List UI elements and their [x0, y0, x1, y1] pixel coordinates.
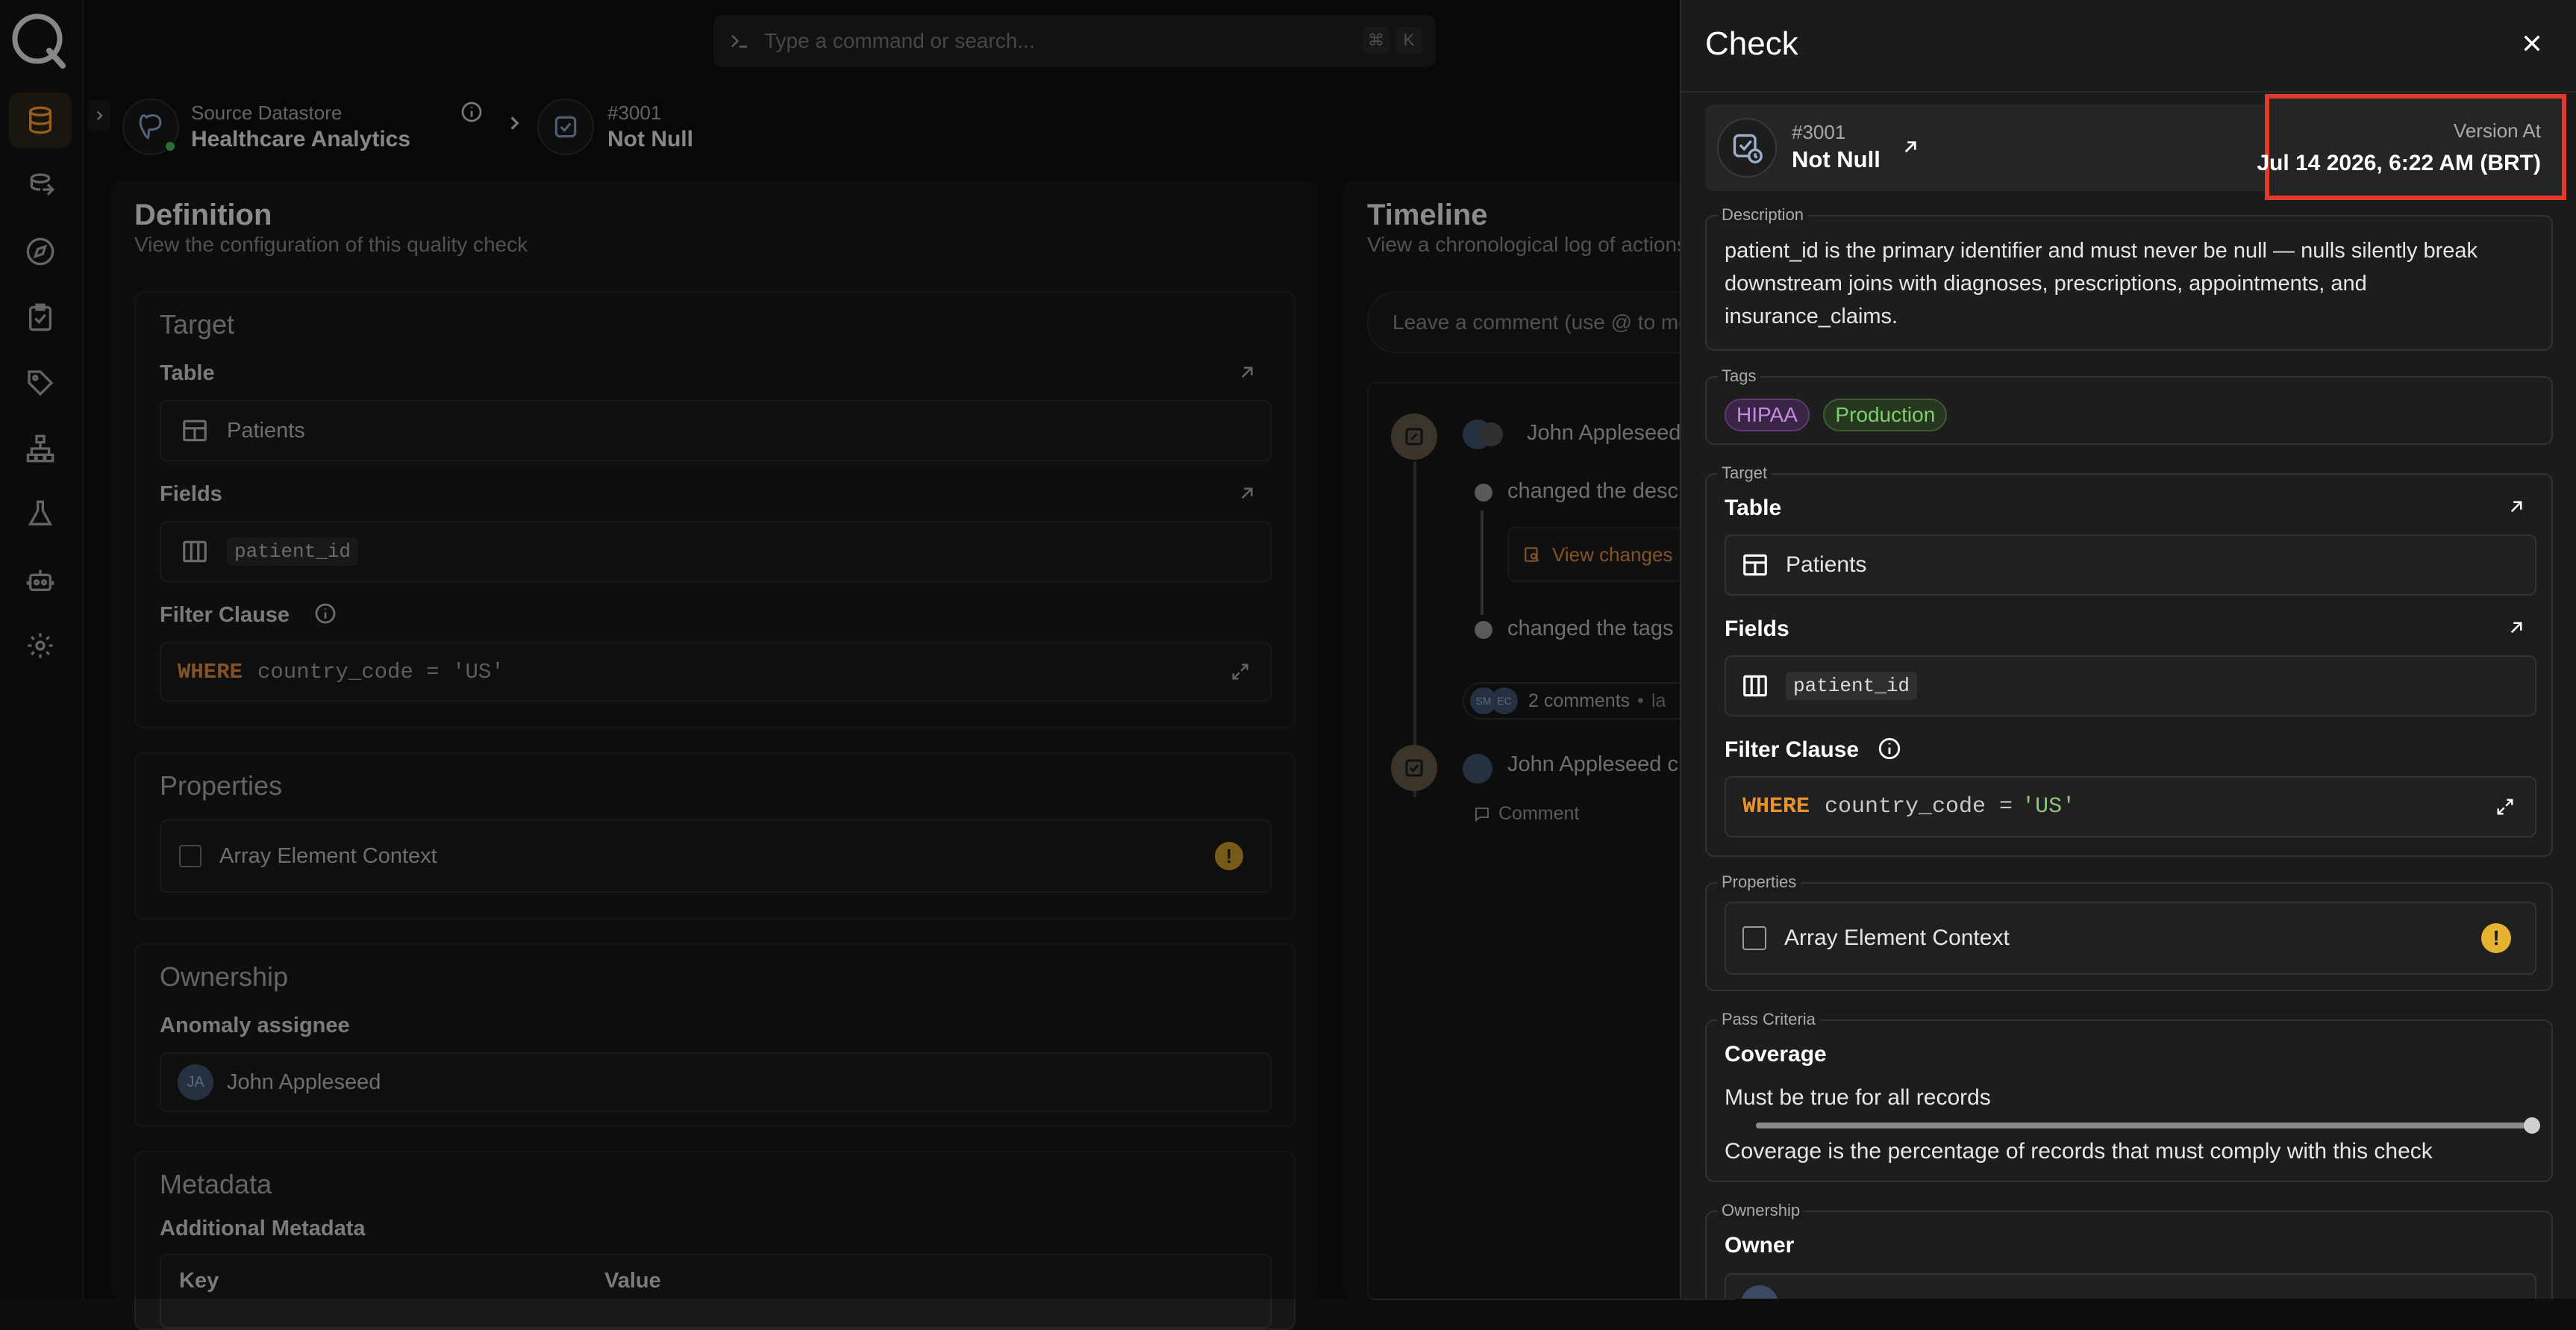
expand-icon[interactable]: [2495, 796, 2516, 817]
table-label: Table: [1725, 496, 1782, 520]
description-legend: Description: [1717, 205, 1809, 225]
check-clipboard-icon: [1733, 134, 1763, 163]
filter-clause-field: WHERE country_code = 'US': [1725, 776, 2536, 837]
filter-clause-label: Filter Clause: [1725, 737, 1860, 762]
drawer-divider: [1681, 91, 2576, 93]
owner-label: Owner: [1725, 1233, 1795, 1258]
coverage-help: Coverage is the percentage of records th…: [1725, 1139, 2433, 1164]
ownership-legend: Ownership: [1717, 1201, 1805, 1220]
coverage-rule: Must be true for all records: [1725, 1085, 1991, 1110]
tag-production[interactable]: Production: [1823, 399, 1948, 431]
coverage-slider-thumb[interactable]: [2524, 1117, 2540, 1134]
open-fields-icon[interactable]: [2505, 616, 2527, 639]
description-section: Description patient_id is the primary id…: [1705, 205, 2553, 351]
warning-icon[interactable]: !: [2481, 923, 2511, 953]
tags-section: Tags HIPAA Production: [1705, 366, 2553, 445]
version-at-highlight: Version At Jul 14 2026, 6:22 AM (BRT): [2257, 94, 2566, 200]
coverage-slider-track: [1756, 1117, 2540, 1134]
pass-criteria-section: Pass Criteria Coverage Must be true for …: [1705, 1010, 2553, 1182]
open-check-icon[interactable]: [1899, 136, 1922, 158]
coverage-slider-fill: [1756, 1123, 2532, 1128]
filter-expression: country_code =: [1825, 794, 2013, 819]
fields-label: Fields: [1725, 616, 1789, 641]
filter-info-icon[interactable]: [1877, 736, 1902, 761]
version-at-value: Jul 14 2026, 6:22 AM (BRT): [2257, 151, 2541, 175]
drawer-title: Check: [1705, 25, 1798, 62]
check-avatar: [1717, 118, 1777, 178]
fields-field: patient_id: [1725, 655, 2536, 716]
open-table-icon[interactable]: [2505, 496, 2527, 518]
drawer-backdrop[interactable]: [0, 0, 1680, 1299]
coverage-label: Coverage: [1725, 1042, 1827, 1067]
pass-criteria-legend: Pass Criteria: [1717, 1010, 1820, 1029]
array-context-option: Array Element Context !: [1725, 902, 2536, 975]
ownership-section: Ownership Owner: [1705, 1201, 2553, 1299]
properties-legend: Properties: [1717, 872, 1801, 892]
properties-section: Properties Array Element Context !: [1705, 872, 2553, 991]
version-at-label: Version At: [2453, 119, 2541, 142]
table-icon: [1743, 554, 1767, 576]
array-context-checkbox[interactable]: [1742, 926, 1766, 950]
target-legend: Target: [1717, 463, 1772, 483]
avatar: [1741, 1285, 1778, 1299]
tags-legend: Tags: [1717, 366, 1761, 386]
filter-keyword: WHERE: [1742, 794, 1810, 819]
array-context-label: Array Element Context: [1784, 925, 2010, 950]
drawer-check-name: Not Null: [1792, 146, 1881, 172]
check-drawer: Check #3001 Not Null Version At Jul 14 2…: [1680, 0, 2576, 1299]
table-field: Patients: [1725, 534, 2536, 596]
drawer-check-id: #3001: [1792, 121, 1846, 143]
table-value: Patients: [1786, 552, 1867, 577]
filter-value: 'US': [2022, 794, 2076, 819]
tags-list: HIPAA Production: [1725, 399, 1957, 431]
description-text: patient_id is the primary identifier and…: [1725, 239, 2478, 328]
columns-icon: [1743, 675, 1767, 697]
target-section: Target Table Patients Fields patient_id …: [1705, 463, 2553, 857]
tag-hipaa[interactable]: HIPAA: [1725, 399, 1810, 431]
field-chip: patient_id: [1786, 672, 1918, 700]
owner-field[interactable]: [1725, 1273, 2536, 1299]
close-icon[interactable]: [2520, 31, 2544, 55]
